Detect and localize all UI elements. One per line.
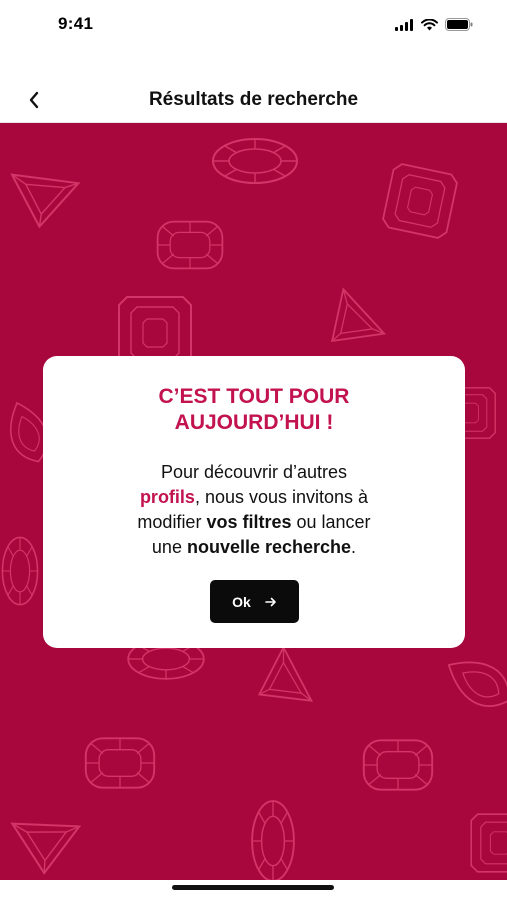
battery-icon [445, 18, 473, 31]
trillion-gem-icon [10, 162, 86, 231]
main-area: C’EST TOUT POUR AUJOURD’HUI ! Pour décou… [0, 123, 507, 880]
modal-title-line2: AUJOURD’HUI ! [174, 411, 334, 434]
oval-gem-icon [212, 138, 298, 184]
oval-gem-icon [251, 800, 295, 880]
trillion-gem-icon [246, 646, 326, 725]
modal-message-line1: Pour découvrir d’autres [67, 460, 441, 485]
ok-button-label: Ok [232, 593, 251, 610]
modal-message-line3: modifier vos filtres ou lancer [67, 510, 441, 535]
message-text: Pour découvrir d’autres [160, 462, 348, 482]
oval-gem-icon [1, 536, 39, 606]
pear-gem-icon [438, 647, 507, 718]
ok-button[interactable]: Ok [210, 580, 299, 623]
trillion-gem-icon [11, 806, 90, 879]
home-indicator[interactable] [172, 885, 334, 890]
end-of-results-modal: C’EST TOUT POUR AUJOURD’HUI ! Pour décou… [43, 356, 465, 648]
message-profils: profils [139, 487, 195, 507]
status-icons [395, 18, 473, 31]
message-text: une [151, 537, 187, 557]
home-indicator-area [0, 880, 507, 900]
cellular-signal-icon [395, 18, 413, 31]
emerald-cut-gem-icon [470, 813, 507, 873]
header: Résultats de recherche [0, 72, 507, 124]
status-time: 9:41 [58, 14, 94, 33]
message-text: , nous vous invitons à [194, 487, 369, 507]
emerald-cut-gem-icon [380, 161, 460, 241]
cushion-gem-icon [156, 220, 224, 270]
page-title: Résultats de recherche [148, 89, 359, 110]
message-nouvelle-recherche: nouvelle recherche [186, 537, 352, 557]
modal-title-line1: C’EST TOUT POUR [158, 385, 350, 408]
cushion-gem-icon [84, 737, 156, 789]
arrow-right-icon [265, 597, 276, 606]
wifi-icon [421, 18, 438, 30]
modal-title: C’EST TOUT POUR AUJOURD’HUI ! [43, 384, 465, 436]
modal-message-line4: une nouvelle recherche. [67, 535, 441, 560]
modal-message: Pour découvrir d’autres profils, nous vo… [67, 460, 441, 560]
message-vos-filtres: vos filtres [206, 512, 292, 532]
trillion-gem-icon [317, 288, 395, 363]
modal-message-line2: profils, nous vous invitons à [67, 485, 441, 510]
message-text: modifier [137, 512, 207, 532]
message-text: . [351, 537, 357, 557]
status-bar: 9:41 [0, 0, 507, 52]
cushion-gem-icon [362, 739, 434, 791]
message-text: ou lancer [291, 512, 371, 532]
